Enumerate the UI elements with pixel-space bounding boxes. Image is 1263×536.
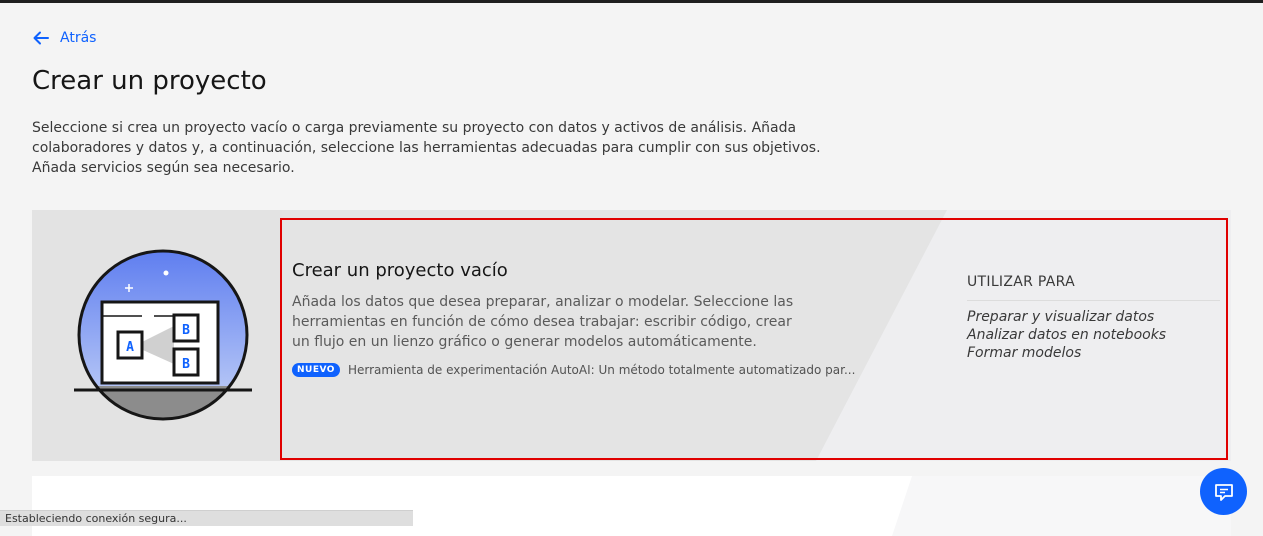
back-link[interactable]: Atrás <box>32 29 96 47</box>
use-for-item: Formar modelos <box>967 345 1082 361</box>
page-title: Crear un proyecto <box>32 66 267 96</box>
new-feature-text: Herramienta de experimentación AutoAI: U… <box>347 363 856 377</box>
empty-project-tile[interactable]: A B B Crear un proyecto vacío Añada los … <box>32 210 1231 461</box>
browser-status-bar: Estableciendo conexión segura... <box>0 510 413 526</box>
new-feature-row: NUEVO Herramienta de experimentación Aut… <box>292 363 855 377</box>
chat-icon <box>1214 483 1233 501</box>
use-for-item: Analizar datos en notebooks <box>967 327 1167 343</box>
use-for-divider <box>967 300 1220 301</box>
back-label: Atrás <box>60 30 97 46</box>
chat-button[interactable] <box>1200 468 1247 515</box>
next-project-tile[interactable] <box>32 476 1231 536</box>
next-tile-diagonal-shape <box>892 476 1231 536</box>
arrow-left-icon <box>33 31 49 45</box>
window-top-border <box>0 0 1263 3</box>
tile-title: Crear un proyecto vacío <box>292 260 508 281</box>
empty-project-illustration: A B B <box>74 249 252 421</box>
page-description: Seleccione si crea un proyecto vacío o c… <box>32 120 821 176</box>
use-for-item: Preparar y visualizar datos <box>967 309 1155 325</box>
illustration-label-a: A <box>126 340 134 355</box>
use-for-list: Preparar y visualizar datos Analizar dat… <box>967 308 1166 362</box>
illustration-label-b1: B <box>182 323 190 338</box>
use-for-title: UTILIZAR PARA <box>967 274 1075 290</box>
new-badge: NUEVO <box>292 363 340 377</box>
tile-description: Añada los datos que desea preparar, anal… <box>292 294 794 350</box>
illustration-label-b2: B <box>182 357 190 372</box>
